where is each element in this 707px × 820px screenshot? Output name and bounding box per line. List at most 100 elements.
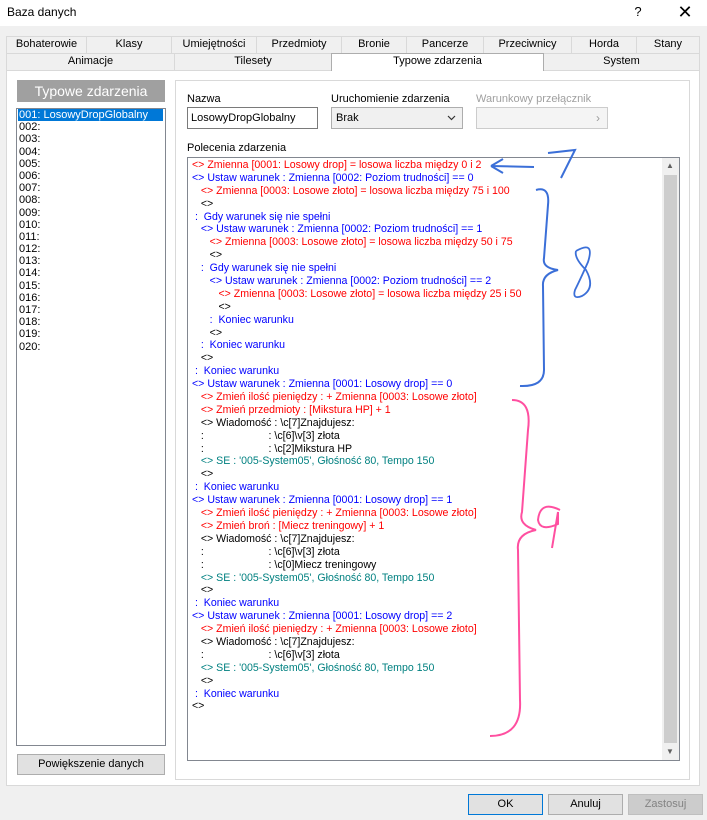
list-item[interactable]: 012: [17, 243, 165, 255]
cancel-button[interactable]: Anuluj [548, 794, 623, 815]
tab-bohaterowie[interactable]: Bohaterowie [6, 36, 87, 53]
tab-animacje[interactable]: Animacje [6, 53, 175, 70]
list-item[interactable]: 016: [17, 292, 165, 304]
event-list[interactable]: 001: LosowyDropGlobalny 002: 003: 004: 005: 0… [16, 108, 166, 746]
command-line[interactable]: <> Zmień ilość pieniędzy : + Zmienna [00… [192, 623, 662, 636]
ok-button[interactable]: OK [468, 794, 543, 815]
commands-label: Polecenia zdarzenia [187, 142, 287, 154]
command-line[interactable]: <> Wiadomość : \c[7]Znajdujesz: [192, 417, 662, 430]
command-line[interactable]: : Koniec warunku [192, 365, 662, 378]
enlarge-data-button[interactable]: Powiększenie danych [17, 754, 165, 775]
command-line[interactable]: : Gdy warunek się nie spełni [192, 211, 662, 224]
tab-pancerze[interactable]: Pancerze [406, 36, 484, 53]
command-line[interactable]: : : \c[6]\v[3] złota [192, 546, 662, 559]
command-line[interactable]: : Koniec warunku [192, 688, 662, 701]
list-header: Typowe zdarzenia [17, 80, 165, 102]
command-line[interactable]: <> [192, 301, 662, 314]
trigger-select[interactable]: Brak [331, 107, 463, 129]
name-label: Nazwa [187, 93, 221, 105]
list-item[interactable]: 013: [17, 255, 165, 267]
close-button[interactable]: ✕ [670, 1, 700, 23]
list-item[interactable]: 010: [17, 219, 165, 231]
switch-label: Warunkowy przełącznik [476, 93, 592, 105]
command-line[interactable]: <> Wiadomość : \c[7]Znajdujesz: [192, 636, 662, 649]
name-input[interactable]: LosowyDropGlobalny [187, 107, 318, 129]
command-line[interactable]: : Koniec warunku [192, 314, 662, 327]
command-line[interactable]: <> Ustaw warunek : Zmienna [0001: Losowy… [192, 610, 662, 623]
tab-klasy[interactable]: Klasy [86, 36, 172, 53]
command-line[interactable]: <> [192, 584, 662, 597]
list-item[interactable]: 007: [17, 182, 165, 194]
command-line[interactable]: : Koniec warunku [192, 597, 662, 610]
command-line[interactable]: <> Zmień ilość pieniędzy : + Zmienna [00… [192, 507, 662, 520]
list-item[interactable]: 008: [17, 194, 165, 206]
command-line[interactable]: <> [192, 700, 662, 713]
list-item[interactable]: 020: [17, 341, 165, 353]
scroll-down-icon[interactable]: ▼ [666, 747, 674, 756]
command-line[interactable]: <> Zmienna [0003: Losowe złoto] = losowa… [192, 185, 662, 198]
scrollbar-thumb[interactable] [664, 175, 677, 743]
tab-tilesety[interactable]: Tilesety [174, 53, 332, 70]
tab-typowe-zdarzenia[interactable]: Typowe zdarzenia [331, 53, 544, 71]
command-line[interactable]: : : \c[2]Mikstura HP [192, 443, 662, 456]
list-item[interactable]: 015: [17, 280, 165, 292]
command-line[interactable]: : : \c[6]\v[3] złota [192, 649, 662, 662]
command-line[interactable]: : Koniec warunku [192, 481, 662, 494]
chevron-down-icon [447, 108, 456, 136]
command-line[interactable]: <> Ustaw warunek : Zmienna [0002: Poziom… [192, 275, 662, 288]
command-line[interactable]: <> Ustaw warunek : Zmienna [0002: Poziom… [192, 223, 662, 236]
list-item[interactable]: 009: [17, 207, 165, 219]
command-line[interactable]: : : \c[0]Miecz treningowy [192, 559, 662, 572]
list-item[interactable]: 017: [17, 304, 165, 316]
help-button[interactable]: ? [626, 1, 650, 23]
command-line[interactable]: <> Wiadomość : \c[7]Znajdujesz: [192, 533, 662, 546]
list-item[interactable]: 018: [17, 316, 165, 328]
command-line[interactable]: <> Zmień przedmioty : [Mikstura HP] + 1 [192, 404, 662, 417]
command-line[interactable]: <> SE : '005-System05', Głośność 80, Tem… [192, 455, 662, 468]
command-line[interactable]: <> [192, 675, 662, 688]
command-line[interactable]: : Gdy warunek się nie spełni [192, 262, 662, 275]
commands-content: <> Zmienna [0001: Losowy drop] = losowa … [192, 159, 662, 713]
command-line[interactable]: <> Zmień ilość pieniędzy : + Zmienna [00… [192, 391, 662, 404]
tab-stany[interactable]: Stany [636, 36, 700, 53]
command-line[interactable]: : Koniec warunku [192, 339, 662, 352]
list-item[interactable]: 003: [17, 133, 165, 145]
list-item[interactable]: 006: [17, 170, 165, 182]
command-line[interactable]: <> [192, 327, 662, 340]
list-item[interactable]: 002: [17, 121, 165, 133]
command-line[interactable]: <> [192, 352, 662, 365]
trigger-value: Brak [336, 112, 359, 124]
tab-przeciwnicy[interactable]: Przeciwnicy [483, 36, 572, 53]
scroll-up-icon[interactable]: ▲ [666, 161, 674, 170]
list-item[interactable]: 004: [17, 146, 165, 158]
list-item[interactable]: 001: LosowyDropGlobalny [18, 109, 163, 122]
command-line[interactable]: <> Ustaw warunek : Zmienna [0002: Poziom… [192, 172, 662, 185]
tab-umiejetnosci[interactable]: Umiejętności [171, 36, 257, 53]
tab-bronie[interactable]: Bronie [341, 36, 407, 53]
command-line[interactable]: <> Ustaw warunek : Zmienna [0001: Losowy… [192, 378, 662, 391]
command-line[interactable]: <> Zmień broń : [Miecz treningowy] + 1 [192, 520, 662, 533]
command-line[interactable]: <> [192, 468, 662, 481]
command-line[interactable]: <> [192, 198, 662, 211]
command-line[interactable]: <> Zmienna [0001: Losowy drop] = losowa … [192, 159, 662, 172]
window-title: Baza danych [7, 5, 77, 19]
command-line[interactable]: <> Zmienna [0003: Losowe złoto] = losowa… [192, 236, 662, 249]
command-line[interactable]: <> Zmienna [0003: Losowe złoto] = losowa… [192, 288, 662, 301]
tab-horda[interactable]: Horda [571, 36, 637, 53]
event-commands-list[interactable]: <> Zmienna [0001: Losowy drop] = losowa … [187, 157, 680, 761]
title-bar: Baza danych ? ✕ [0, 0, 707, 26]
trigger-label: Uruchomienie zdarzenia [331, 93, 450, 105]
tab-przedmioty[interactable]: Przedmioty [256, 36, 342, 53]
command-line[interactable]: : : \c[6]\v[3] złota [192, 430, 662, 443]
list-item[interactable]: 019: [17, 328, 165, 340]
apply-button[interactable]: Zastosuj [628, 794, 703, 815]
command-line[interactable]: <> SE : '005-System05', Głośność 80, Tem… [192, 572, 662, 585]
tab-system[interactable]: System [543, 53, 700, 70]
command-line[interactable]: <> SE : '005-System05', Głośność 80, Tem… [192, 662, 662, 675]
list-item[interactable]: 014: [17, 267, 165, 279]
command-line[interactable]: <> Ustaw warunek : Zmienna [0001: Losowy… [192, 494, 662, 507]
vertical-scrollbar[interactable]: ▲ ▼ [662, 158, 679, 760]
command-line[interactable]: <> [192, 249, 662, 262]
list-item[interactable]: 005: [17, 158, 165, 170]
list-item[interactable]: 011: [17, 231, 165, 243]
